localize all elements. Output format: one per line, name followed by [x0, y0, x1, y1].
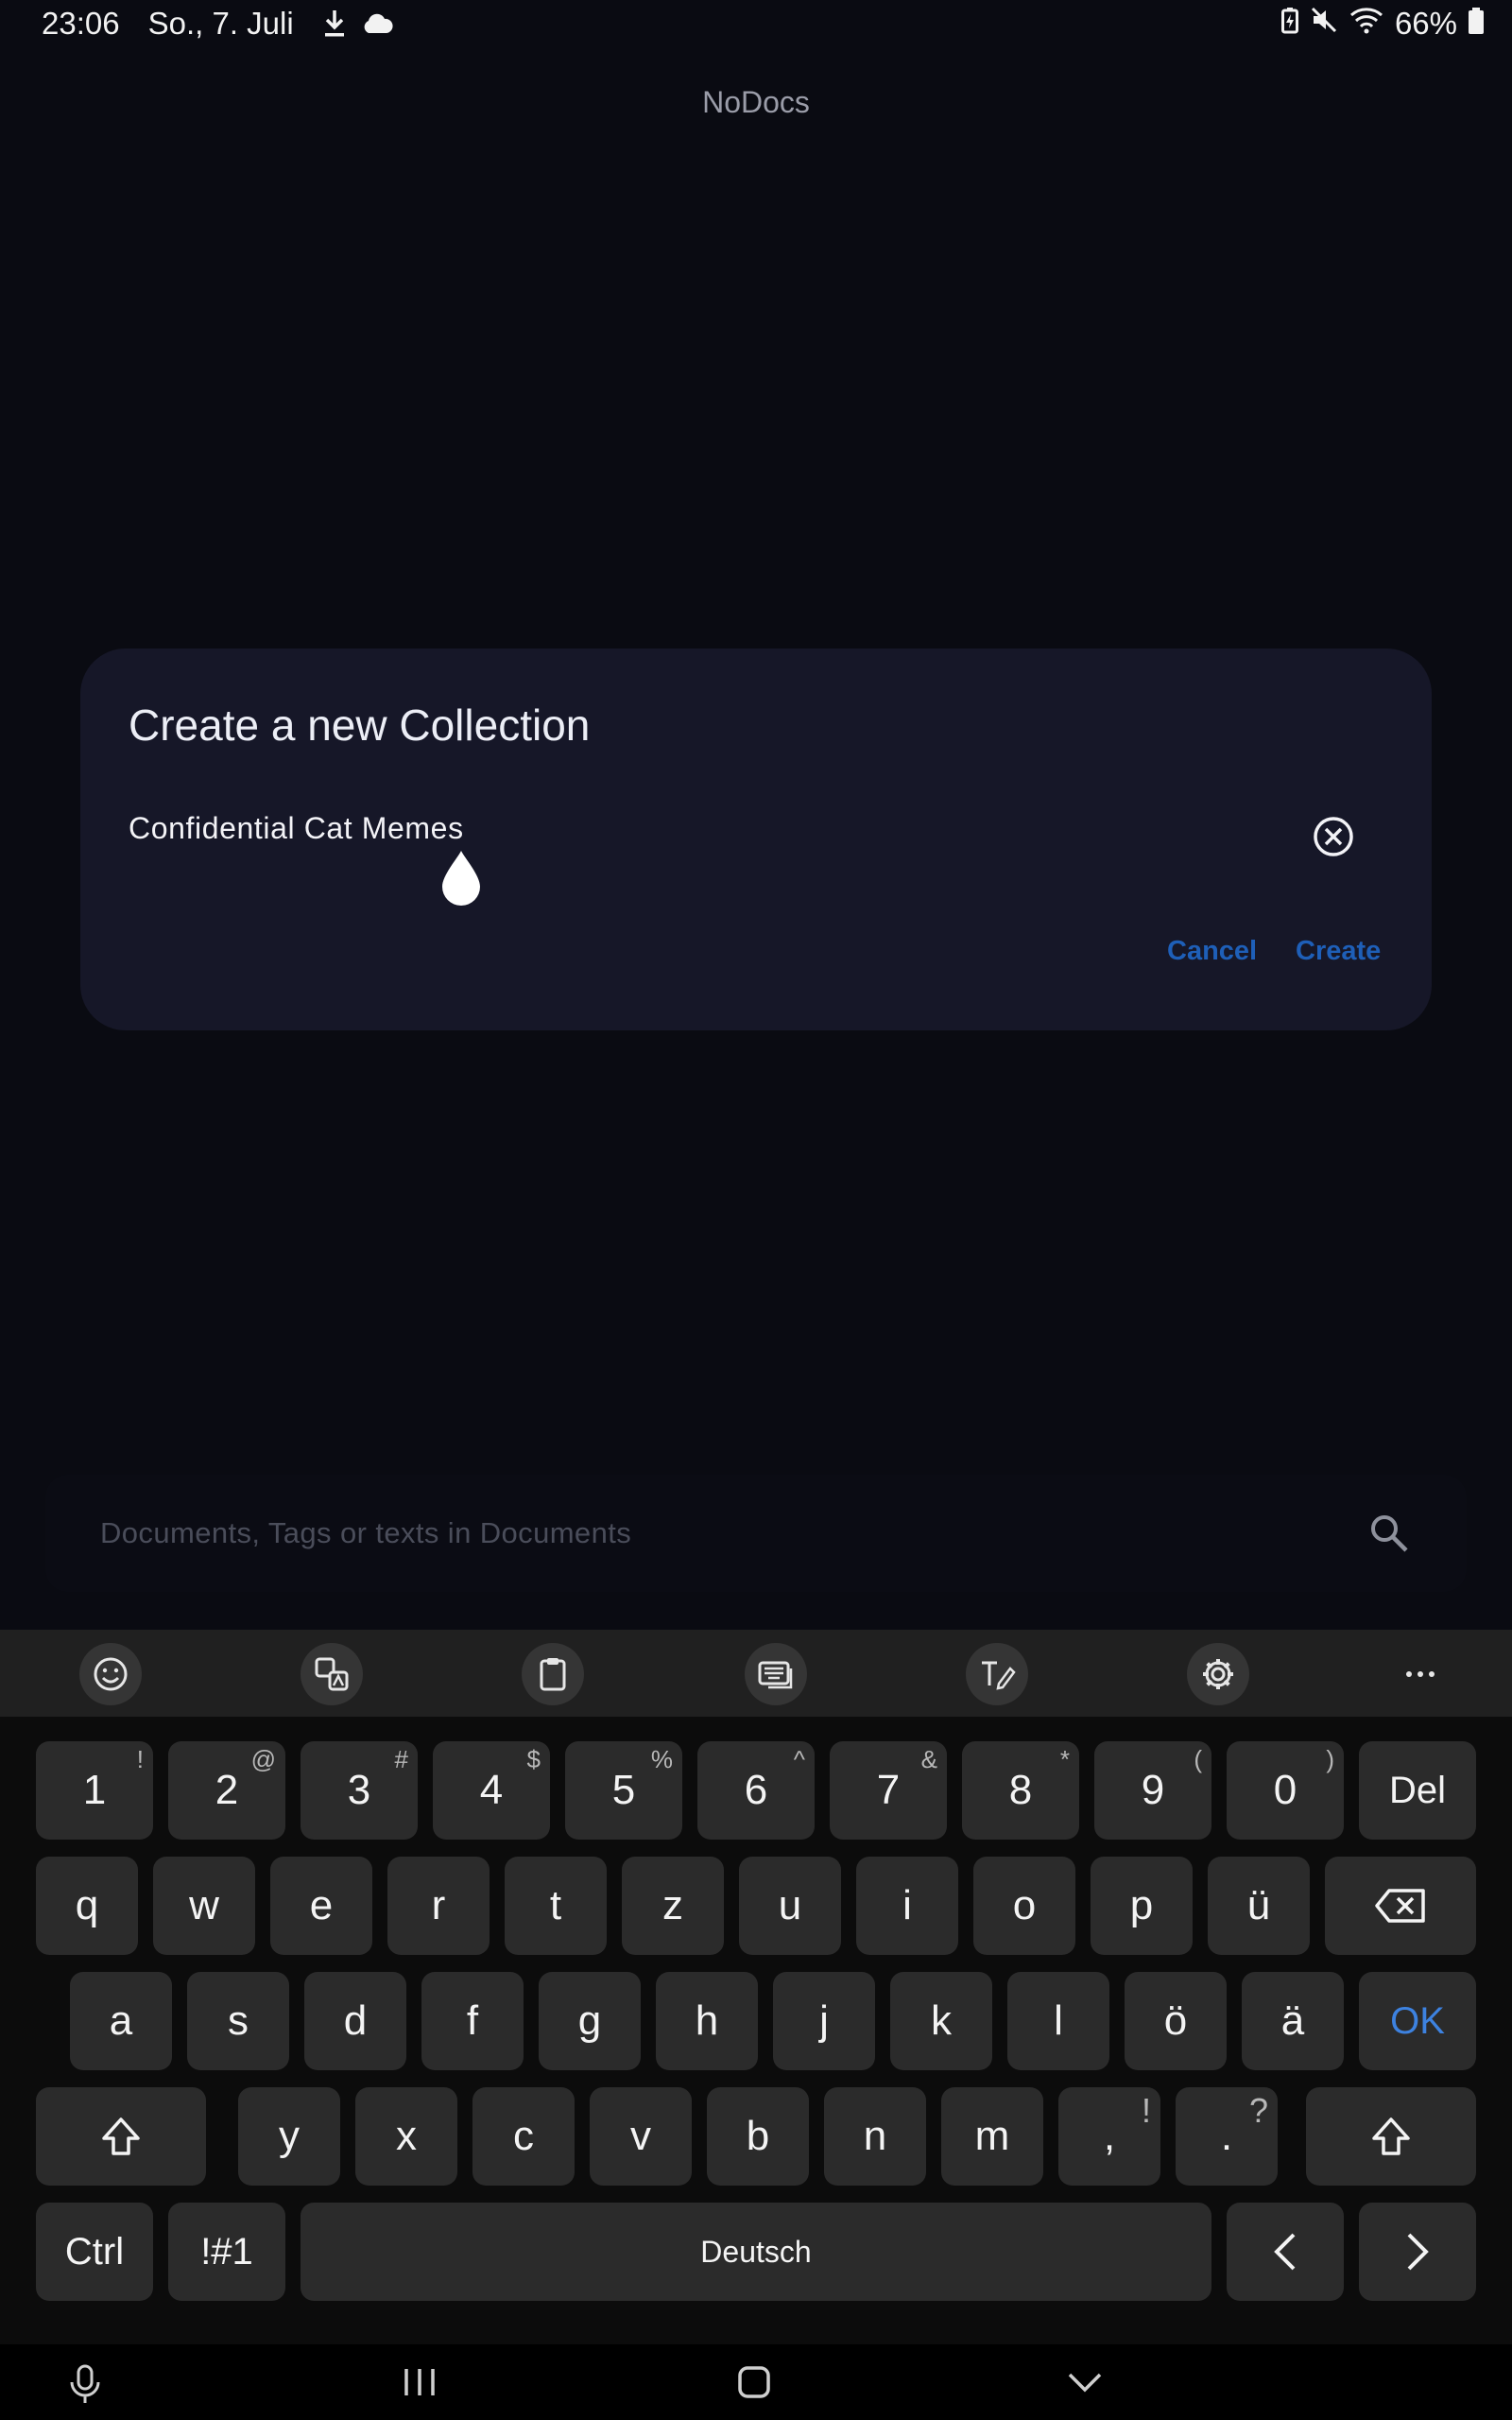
- key-g[interactable]: g: [539, 1972, 641, 2070]
- collection-name-input[interactable]: Confidential Cat Memes: [129, 811, 464, 846]
- cursor-right-key[interactable]: [1359, 2203, 1476, 2301]
- status-time: 23:06: [42, 6, 120, 41]
- search-placeholder: Documents, Tags or texts in Documents: [100, 1516, 632, 1549]
- search-bar[interactable]: Documents, Tags or texts in Documents: [45, 1475, 1467, 1592]
- more-icon[interactable]: [1389, 1643, 1452, 1705]
- key-k[interactable]: k: [890, 1972, 992, 2070]
- clear-input-button[interactable]: [1312, 815, 1355, 858]
- key-n[interactable]: n: [824, 2087, 926, 2186]
- clipboard-icon[interactable]: [522, 1643, 584, 1705]
- key-r[interactable]: r: [387, 1857, 490, 1955]
- backspace-icon: [1375, 1889, 1425, 1923]
- status-date: So., 7. Juli: [147, 6, 294, 41]
- handwriting-icon[interactable]: [966, 1643, 1028, 1705]
- key-8[interactable]: 8 *: [962, 1741, 1079, 1840]
- key-e[interactable]: e: [270, 1857, 372, 1955]
- shift-key-left[interactable]: [36, 2087, 206, 2186]
- key-q[interactable]: q: [36, 1857, 138, 1955]
- key-d[interactable]: d: [304, 1972, 406, 2070]
- key-period[interactable]: .?: [1176, 2087, 1278, 2186]
- shift-icon: [102, 2118, 140, 2155]
- shift-icon: [1372, 2118, 1410, 2155]
- cursor-left-key[interactable]: [1227, 2203, 1344, 2301]
- download-icon: [322, 9, 347, 39]
- key-x[interactable]: x: [355, 2087, 457, 2186]
- recents-icon[interactable]: [401, 2363, 438, 2401]
- ctrl-key[interactable]: Ctrl: [36, 2203, 153, 2301]
- settings-icon[interactable]: [1187, 1643, 1249, 1705]
- cloud-icon: [360, 12, 394, 35]
- create-collection-dialog: Create a new Collection Confidential Cat…: [80, 648, 1432, 1030]
- mute-icon: [1310, 6, 1338, 42]
- key-z[interactable]: z: [622, 1857, 724, 1955]
- emoji-icon[interactable]: [79, 1643, 142, 1705]
- translate-icon[interactable]: [301, 1643, 363, 1705]
- create-button[interactable]: Create: [1296, 936, 1381, 967]
- key-o[interactable]: o: [973, 1857, 1075, 1955]
- dialog-title: Create a new Collection: [129, 700, 591, 750]
- search-icon[interactable]: [1368, 1512, 1410, 1554]
- key-9[interactable]: 9(: [1094, 1741, 1211, 1840]
- backspace-key[interactable]: [1325, 1857, 1476, 1955]
- keyboard-mode-icon[interactable]: [745, 1643, 807, 1705]
- key-4[interactable]: 4 $: [433, 1741, 550, 1840]
- key-0[interactable]: 0): [1227, 1741, 1344, 1840]
- battery-icon: [1469, 6, 1484, 42]
- key-l[interactable]: l: [1007, 1972, 1109, 2070]
- app-title: NoDocs: [702, 85, 810, 119]
- key-a[interactable]: a: [70, 1972, 172, 2070]
- key-i[interactable]: i: [856, 1857, 958, 1955]
- del-key[interactable]: Del: [1359, 1741, 1476, 1840]
- key-comma[interactable]: ,!: [1058, 2087, 1160, 2186]
- key-c[interactable]: c: [472, 2087, 575, 2186]
- symbols-key[interactable]: !#1: [168, 2203, 285, 2301]
- battery-percent: 66%: [1394, 6, 1457, 41]
- chevron-left-icon: [1274, 2233, 1296, 2271]
- key-ae[interactable]: ä: [1242, 1972, 1344, 2070]
- text-cursor-handle[interactable]: [438, 849, 484, 906]
- key-y[interactable]: y: [238, 2087, 340, 2186]
- shift-key-right[interactable]: [1306, 2087, 1476, 2186]
- key-ue[interactable]: ü: [1208, 1857, 1310, 1955]
- key-5[interactable]: 5%: [565, 1741, 682, 1840]
- key-2[interactable]: 2 @: [168, 1741, 285, 1840]
- key-p[interactable]: p: [1091, 1857, 1193, 1955]
- key-f[interactable]: f: [421, 1972, 524, 2070]
- space-key[interactable]: Deutsch: [301, 2203, 1211, 2301]
- key-6[interactable]: 6 ^: [697, 1741, 815, 1840]
- ok-key[interactable]: OK: [1359, 1972, 1476, 2070]
- keyboard-toolbar: [0, 1630, 1512, 1717]
- cancel-button[interactable]: Cancel: [1167, 936, 1257, 967]
- key-1[interactable]: 1!: [36, 1741, 153, 1840]
- key-w[interactable]: w: [153, 1857, 255, 1955]
- key-j[interactable]: j: [773, 1972, 875, 2070]
- hide-keyboard-icon[interactable]: [1066, 2363, 1104, 2401]
- key-b[interactable]: b: [707, 2087, 809, 2186]
- navigation-bar: [0, 2344, 1512, 2420]
- key-7[interactable]: 7 &: [830, 1741, 947, 1840]
- key-t[interactable]: t: [505, 1857, 607, 1955]
- key-3[interactable]: 3 #: [301, 1741, 418, 1840]
- keyboard: 1! 2 @ 3 # 4 $ 5% 6 ^ 7 & 8 * 9( 0) Del q w e …: [0, 1630, 1512, 2420]
- key-m[interactable]: m: [941, 2087, 1043, 2186]
- status-bar: 23:06 So., 7. Juli 66%: [0, 0, 1512, 53]
- home-icon[interactable]: [735, 2363, 773, 2401]
- key-v[interactable]: v: [590, 2087, 692, 2186]
- battery-saver-icon: [1280, 6, 1298, 42]
- key-u[interactable]: u: [739, 1857, 841, 1955]
- key-oe[interactable]: ö: [1125, 1972, 1227, 2070]
- key-h[interactable]: h: [656, 1972, 758, 2070]
- chevron-right-icon: [1407, 2233, 1429, 2271]
- microphone-icon[interactable]: [68, 2363, 102, 2405]
- wifi-icon: [1349, 6, 1383, 42]
- key-s[interactable]: s: [187, 1972, 289, 2070]
